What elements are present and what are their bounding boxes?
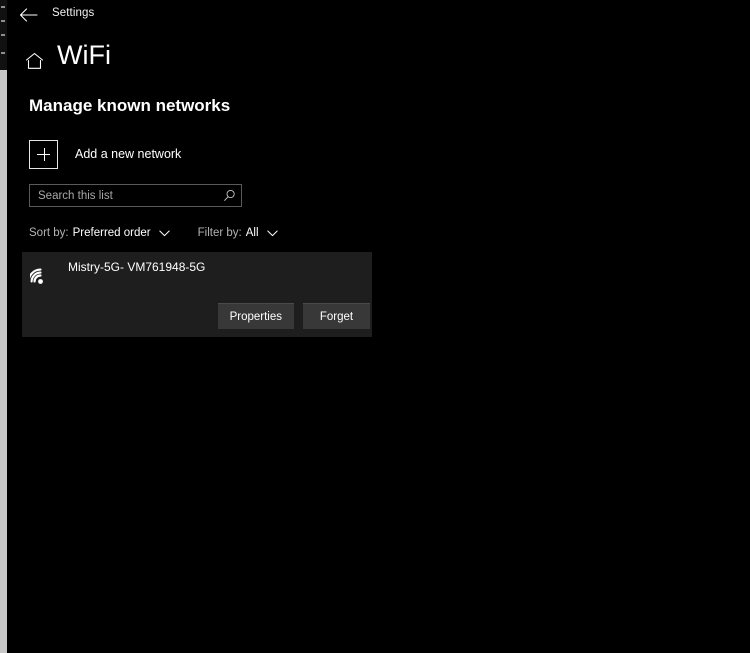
sort-by-dropdown[interactable]: Sort by: Preferred order xyxy=(29,227,170,239)
wifi-signal-icon xyxy=(27,260,62,292)
page-header: WiFi xyxy=(7,40,750,80)
sort-by-label: Sort by: xyxy=(29,227,69,239)
add-network-button[interactable]: Add a new network xyxy=(29,138,181,170)
filter-by-dropdown[interactable]: Filter by: All xyxy=(198,227,278,239)
desktop-edge-strip xyxy=(0,0,7,653)
network-list-item[interactable]: Mistry-5G- VM761948-5G Properties Forget xyxy=(22,252,372,337)
home-icon[interactable] xyxy=(22,50,46,72)
forget-button[interactable]: Forget xyxy=(303,303,370,329)
network-actions: Properties Forget xyxy=(217,303,370,329)
page-title: WiFi xyxy=(57,40,111,70)
desktop-edge-artifacts xyxy=(0,0,7,70)
search-box[interactable] xyxy=(29,184,242,207)
search-icon[interactable] xyxy=(217,189,241,202)
section-title: Manage known networks xyxy=(29,96,231,115)
settings-window: Settings WiFi Manage known networks Add … xyxy=(7,0,750,653)
title-bar: Settings xyxy=(7,0,750,30)
properties-button[interactable]: Properties xyxy=(217,303,294,329)
chevron-down-icon xyxy=(266,230,278,237)
chevron-down-icon xyxy=(158,230,170,237)
add-network-label: Add a new network xyxy=(75,147,182,161)
back-arrow-icon[interactable] xyxy=(12,3,44,27)
network-name: Mistry-5G- VM761948-5G xyxy=(68,260,206,274)
sort-by-value: Preferred order xyxy=(72,227,151,239)
search-input[interactable] xyxy=(30,185,217,206)
filter-bar: Sort by: Preferred order Filter by: All xyxy=(29,225,278,241)
app-title: Settings xyxy=(52,7,95,19)
plus-icon xyxy=(29,139,58,169)
filter-by-value: All xyxy=(245,227,259,239)
filter-by-label: Filter by: xyxy=(197,227,242,239)
